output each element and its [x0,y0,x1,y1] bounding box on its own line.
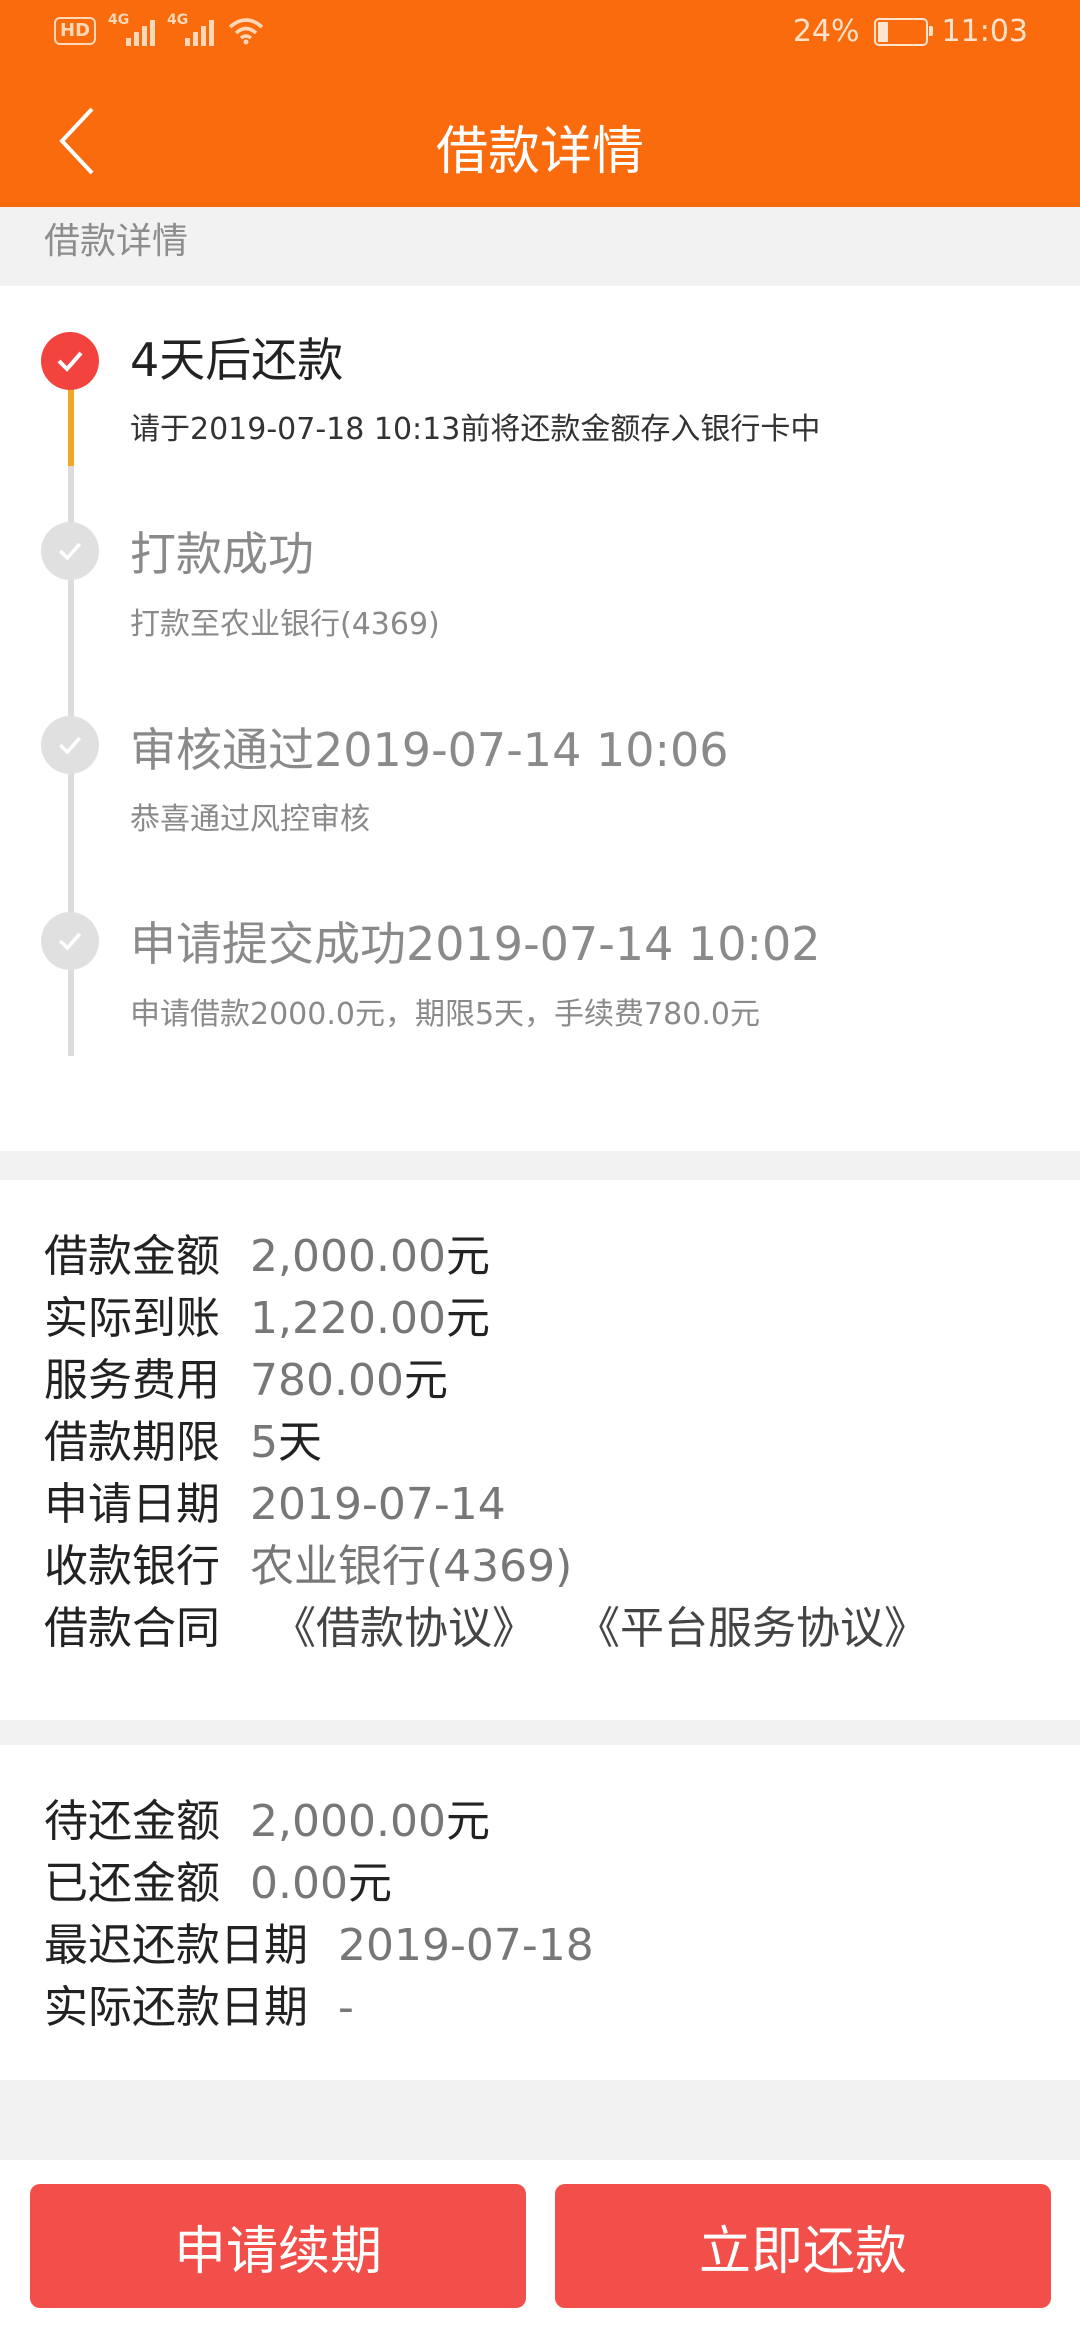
info-value: 2,000.00 [250,1231,446,1282]
timeline-step-title: 打款成功 [130,527,314,581]
info-unit: 元 [445,1796,490,1847]
info-label: 服务费用 [44,1355,220,1406]
renew-button[interactable]: 申请续期 [30,2184,526,2308]
signal-icon: 4G [167,12,215,46]
check-icon [41,716,99,774]
clock: 11:03 [941,14,1028,49]
timeline-step-desc: 打款至农业银行(4369) [130,607,440,642]
loan-term-row: 借款期限 5 天 [44,1406,322,1470]
info-value: 2,000.00 [250,1796,446,1847]
pending-amount-row: 待还金额 2,000.00 元 [44,1785,490,1849]
bank-row: 收款银行 农业银行(4369) [44,1530,572,1594]
info-label: 已还金额 [44,1858,220,1909]
bottom-action-bar: 申请续期 立即还款 [0,2160,1080,2340]
info-value: 0.00 [250,1858,348,1909]
info-value: 农业银行(4369) [250,1541,573,1592]
hd-badge: HD [54,17,97,45]
loan-timeline: 4天后还款 请于2019-07-18 10:13前将还款金额存入银行卡中 打款成… [0,286,1080,1151]
repay-info-card: 待还金额 2,000.00 元 已还金额 0.00 元 最迟还款日期 2019-… [0,1745,1080,2080]
page-title: 借款详情 [435,122,644,182]
info-unit: 天 [278,1417,322,1468]
status-left: HD 4G 4G [54,12,264,46]
timeline-step-title: 4天后还款 [130,333,344,387]
timeline-step-title: 申请提交成功2019-07-14 10:02 [130,917,821,971]
info-value: 1,220.00 [250,1293,446,1344]
info-label: 实际到账 [44,1293,220,1344]
network-type-label: 4G [167,12,189,28]
actual-repay-date-row: 实际还款日期 - [44,1971,354,2035]
info-unit: 元 [445,1231,490,1282]
info-value: - [338,1982,354,2033]
section-label: 借款详情 [44,221,189,262]
info-label: 实际还款日期 [44,1982,308,2033]
network-type-label: 4G [108,12,130,28]
battery-icon [873,17,933,46]
info-value: 780.00 [250,1355,404,1406]
info-unit: 元 [403,1355,448,1406]
repay-now-button[interactable]: 立即还款 [555,2184,1051,2308]
loan-agreement-link[interactable]: 《借款协议》 [272,1592,536,1656]
info-label: 最迟还款日期 [44,1920,308,1971]
info-label: 待还金额 [44,1796,220,1847]
wifi-icon [228,18,264,45]
battery-percent: 24% [792,14,860,49]
info-label: 申请日期 [44,1479,220,1530]
signal-icon: 4G [108,12,156,46]
apply-date-row: 申请日期 2019-07-14 [44,1468,506,1532]
check-icon [41,912,99,970]
info-unit: 元 [445,1293,490,1344]
platform-service-agreement-link[interactable]: 《平台服务协议》 [576,1592,928,1656]
status-bar: HD 4G 4G 24% 11:03 [0,0,1080,75]
status-right: 24% 11:03 [793,14,1028,49]
received-amount-row: 实际到账 1,220.00 元 [44,1282,490,1346]
info-value: 5 [250,1417,278,1468]
info-value: 2019-07-14 [250,1479,506,1530]
contract-row: 借款合同 《借款协议》 《平台服务协议》 [44,1592,928,1656]
loan-info-card: 借款金额 2,000.00 元 实际到账 1,220.00 元 服务费用 780… [0,1180,1080,1720]
latest-repay-date-row: 最迟还款日期 2019-07-18 [44,1909,594,1973]
info-label: 借款金额 [44,1231,220,1282]
timeline-step-desc: 恭喜通过风控审核 [130,802,370,837]
timeline-step-title: 审核通过2019-07-14 10:06 [130,723,729,777]
info-value: 2019-07-18 [338,1920,594,1971]
info-label: 收款银行 [44,1541,220,1592]
service-fee-row: 服务费用 780.00 元 [44,1344,448,1408]
info-unit: 元 [347,1858,392,1909]
timeline-step-desc: 申请借款2000.0元，期限5天，手续费780.0元 [130,997,760,1032]
timeline-step-desc: 请于2019-07-18 10:13前将还款金额存入银行卡中 [130,412,821,447]
nav-bar: 借款详情 [0,75,1080,207]
loan-amount-row: 借款金额 2,000.00 元 [44,1220,490,1284]
check-icon [41,332,99,390]
info-label: 借款合同 [44,1603,220,1654]
paid-amount-row: 已还金额 0.00 元 [44,1847,392,1911]
check-icon [41,522,99,580]
info-label: 借款期限 [44,1417,220,1468]
